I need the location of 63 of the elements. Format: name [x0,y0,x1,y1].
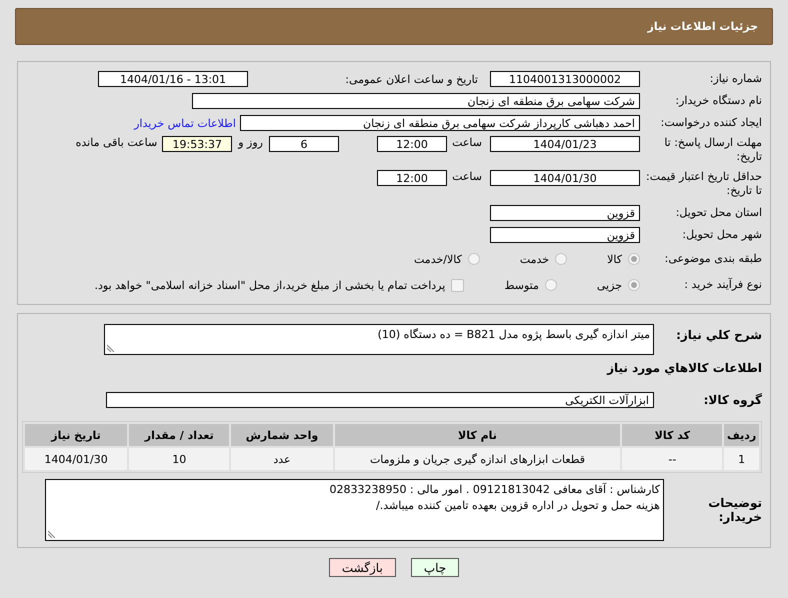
field-label: طبقه بندی موضوعی: [664,252,762,266]
field-label: ایجاد کننده درخواست: [660,116,762,130]
page-title: جزئیات اطلاعات نیاز [648,20,758,33]
text-field[interactable]: قزوین [490,205,640,221]
date-field[interactable]: 1404/01/23 [490,136,640,152]
radio-button[interactable] [555,253,568,265]
text-field[interactable]: احمد دهباشی کارپرداز شرکت سهامی برق منطقه ای زنجان [240,115,640,131]
field-label: ساعت [455,170,482,183]
table-cell: 1 [724,448,759,470]
column-header: تعداد / مقدار [129,424,230,446]
radio-button[interactable] [468,253,480,265]
field-label: نام دستگاه خریدار: [674,94,762,108]
notes-field[interactable]: کارشناس : آقای معافی 09121813042 . امور مالی : 02833238950 هزینه حمل و تحویل در اداره قزوین بعهده تامین کننده میباشد./ [45,479,664,541]
option-label: پرداخت تمام یا بخشی از مبلغ خرید،از محل "اسناد خزانه اسلامی" خواهد بود. [94,278,446,292]
option-label: کالا [607,252,622,266]
field-label: مهلت ارسال پاسخ: تا تاریخ: [663,136,762,164]
checkbox[interactable] [451,278,464,292]
table-cell: قطعات ابزارهای اندازه گیری جریان و ملزومات [334,448,620,470]
table-cell: 1404/01/30 [25,448,128,470]
text-field[interactable]: 1104001313000002 [490,71,640,87]
countdown-field: 19:53:37 [162,136,232,152]
text-field[interactable]: قزوین [490,227,640,243]
text-field[interactable]: ابزارآلات الکتریکی [106,392,654,408]
field-label: استان محل تحویل: [674,206,762,220]
field-label: توضیحات خریدار: [707,496,762,524]
resize-grip-icon[interactable] [48,530,56,538]
table-cell: 10 [129,448,230,470]
field-label: ساعت [455,136,482,149]
time-field[interactable]: 12:00 [377,170,447,186]
field-label: شرح کلي نياز: [675,327,762,342]
option-label: خدمت [520,252,550,266]
field-label: روز و [238,136,263,149]
section-heading: اطلاعات کالاهاي مورد نياز [606,360,762,377]
contact-link[interactable]: اطلاعات تماس خریدار [134,116,236,130]
column-header: کد کالا [622,424,722,446]
option-label: جزیی [596,278,622,292]
field-label: شهر محل تحویل: [681,228,762,242]
back-button[interactable]: بازگشت [328,558,396,577]
description-field[interactable]: میتر اندازه گیری باسط پژوه مدل B821 = ده دستگاه (10) [104,324,654,355]
table-cell: -- [622,448,722,470]
column-header: واحد شمارش [231,424,333,446]
field-label: شماره نیاز: [708,72,762,86]
field-label: ساعت باقی مانده [76,136,158,149]
text-field[interactable]: 1404/01/16 - 13:01 [98,71,248,87]
column-header: ردیف [724,424,759,446]
days-field[interactable]: 6 [269,136,339,152]
field-label: گروه کالا: [702,393,762,407]
column-header: تاریخ نیاز [25,424,128,446]
option-label: کالا/خدمت [414,252,462,266]
print-button[interactable]: چاپ [410,558,460,577]
time-field[interactable]: 12:00 [377,136,447,152]
date-field[interactable]: 1404/01/30 [490,170,640,186]
text-field[interactable]: شرکت سهامی برق منطقه ای زنجان [192,93,640,109]
field-label: تاریخ و ساعت اعلان عمومی: [344,72,478,86]
field-label: حداقل تاریخ اعتبار قیمت: تا تاریخ: [645,170,762,198]
option-label: متوسط [504,278,539,292]
radio-button[interactable] [544,279,557,291]
radio-button[interactable] [628,253,640,265]
field-label: نوع فرآیند خرید : [683,278,762,292]
resize-grip-icon[interactable] [107,344,115,352]
table-cell: عدد [231,448,333,470]
column-header: نام کالا [334,424,620,446]
radio-button[interactable] [628,279,640,291]
